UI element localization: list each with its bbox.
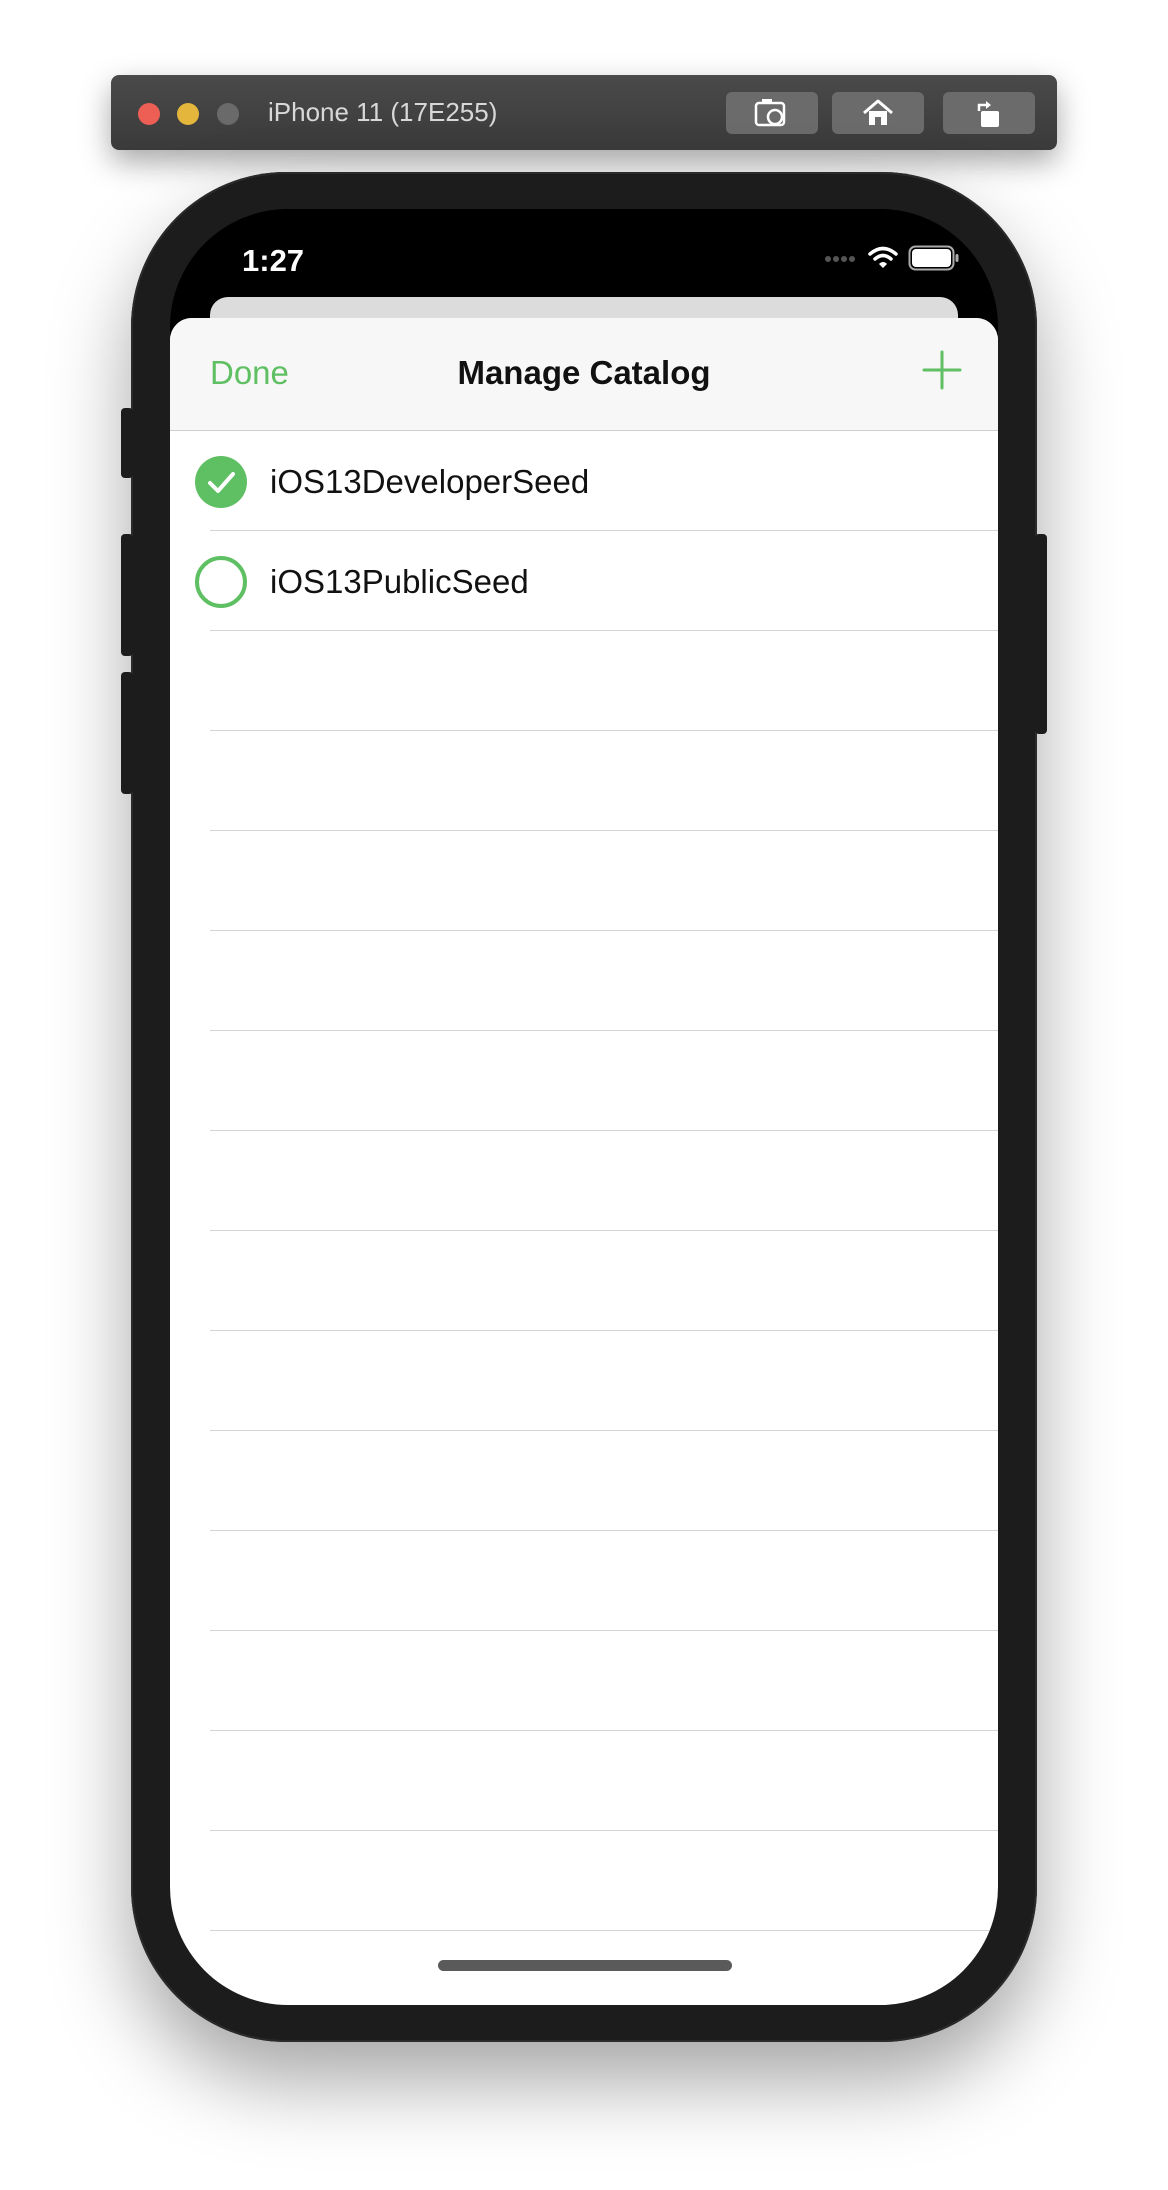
manage-catalog-sheet: Done Manage Catalog iOS13DeveloperSeed i… [170,318,998,2005]
catalog-label: iOS13PublicSeed [270,563,529,600]
empty-row [170,631,998,731]
wifi-icon [868,246,898,268]
simulator-title-bar: iPhone 11 (17E255) [111,75,1057,150]
home-button[interactable] [832,92,924,134]
phone-screen: 1:27 Done Manage Catalog iOS13DeveloperS… [170,209,998,2005]
rotate-icon [977,101,999,127]
empty-row [170,1631,998,1731]
mute-switch [121,408,133,478]
empty-row [170,1131,998,1231]
power-button [1035,534,1047,734]
empty-row [170,1031,998,1131]
catalog-list: iOS13DeveloperSeed iOS13PublicSeed [170,431,998,1931]
catalog-label: iOS13DeveloperSeed [270,463,590,500]
navigation-bar: Done Manage Catalog [170,318,998,431]
catalog-row-developer-seed[interactable]: iOS13DeveloperSeed [170,431,998,531]
window-close-button[interactable] [138,103,160,125]
screenshot-button[interactable] [726,92,818,134]
simulator-title: iPhone 11 (17E255) [268,97,498,127]
empty-circle-icon[interactable] [195,556,247,608]
battery-icon [908,245,959,271]
plus-icon [922,350,962,390]
status-time: 1:27 [242,243,305,278]
cellular-signal-icon [825,256,855,262]
volume-up-button [121,534,133,656]
checkmark-filled-icon[interactable] [195,456,247,508]
iphone-frame: 1:27 Done Manage Catalog iOS13DeveloperS… [121,172,1047,2042]
empty-row [170,1531,998,1631]
window-zoom-button[interactable] [217,103,239,125]
empty-row [170,1331,998,1431]
catalog-row-public-seed[interactable]: iOS13PublicSeed [170,531,998,631]
volume-down-button [121,672,133,794]
empty-row [170,831,998,931]
notch [353,209,815,276]
empty-row [170,1731,998,1831]
window-minimize-button[interactable] [177,103,199,125]
screenshot-icon [754,99,786,127]
empty-row [170,1831,998,1931]
empty-row [170,731,998,831]
empty-row [170,931,998,1031]
empty-row [170,1431,998,1531]
home-icon [863,99,893,125]
rotate-button[interactable] [943,92,1035,134]
add-catalog-button[interactable] [920,348,964,392]
home-indicator[interactable] [438,1960,732,1971]
empty-row [170,1231,998,1331]
page-title: Manage Catalog [457,354,711,391]
status-icons [824,245,960,271]
row-separator [210,1930,998,1931]
